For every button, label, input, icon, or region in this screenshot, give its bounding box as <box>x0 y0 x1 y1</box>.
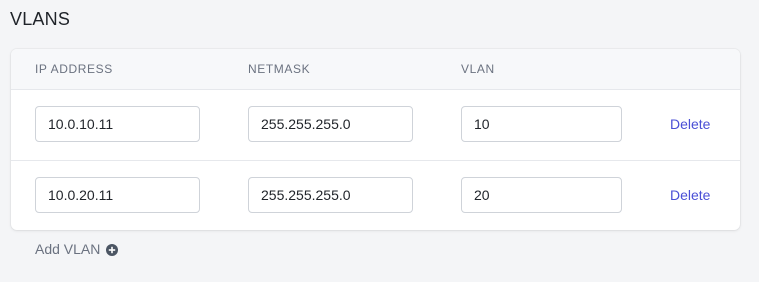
ip-address-column-header: IP ADDRESS <box>35 62 113 76</box>
vlan-column-header: VLAN <box>461 62 495 76</box>
add-vlan-button[interactable]: Add VLAN <box>35 241 119 257</box>
add-vlan-label: Add VLAN <box>35 241 101 257</box>
vlan-id-input[interactable] <box>461 177 622 213</box>
table-row: Delete <box>11 161 740 231</box>
delete-button[interactable]: Delete <box>670 187 710 203</box>
netmask-input[interactable] <box>248 106 413 142</box>
plus-circle-icon <box>106 243 119 256</box>
ip-address-input[interactable] <box>35 106 200 142</box>
ip-address-input[interactable] <box>35 177 200 213</box>
vlan-id-input[interactable] <box>461 106 622 142</box>
netmask-input[interactable] <box>248 177 413 213</box>
vlan-table-card: IP ADDRESS NETMASK VLAN Delete Delete <box>11 49 740 230</box>
section-title: VLANS <box>10 9 71 29</box>
table-header: IP ADDRESS NETMASK VLAN <box>11 49 740 90</box>
delete-button[interactable]: Delete <box>670 116 710 132</box>
netmask-column-header: NETMASK <box>248 62 311 76</box>
table-row: Delete <box>11 90 740 161</box>
